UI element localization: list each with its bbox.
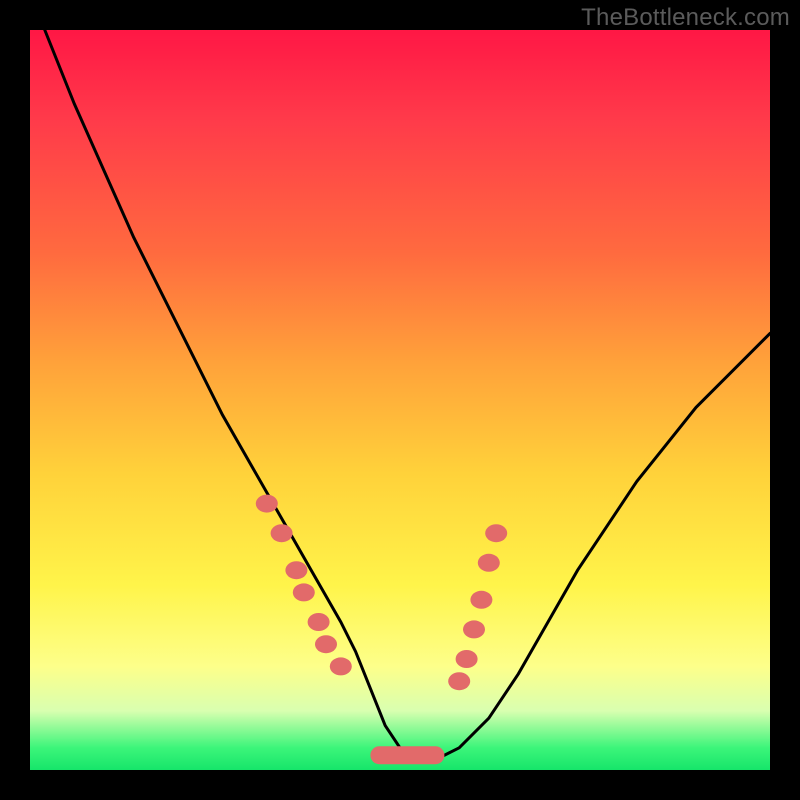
watermark-text: TheBottleneck.com [581, 4, 790, 32]
marker-cluster-left [256, 495, 352, 676]
curve-marker [256, 495, 278, 513]
curve-marker [271, 524, 293, 542]
curve-marker [463, 620, 485, 638]
curve-marker [485, 524, 507, 542]
curve-marker [478, 554, 500, 572]
curve-marker [448, 672, 470, 690]
bottom-marker-bar [370, 746, 444, 764]
curve-marker [315, 635, 337, 653]
curve-marker [330, 657, 352, 675]
chart-frame: TheBottleneck.com [0, 0, 800, 800]
plot-area [30, 30, 770, 770]
curve-marker [470, 591, 492, 609]
curve-marker [285, 561, 307, 579]
marker-cluster-right [448, 524, 507, 690]
curve-marker [308, 613, 330, 631]
bottleneck-curve [45, 30, 770, 755]
curve-marker [456, 650, 478, 668]
curve-marker [293, 583, 315, 601]
curve-layer [30, 30, 770, 770]
